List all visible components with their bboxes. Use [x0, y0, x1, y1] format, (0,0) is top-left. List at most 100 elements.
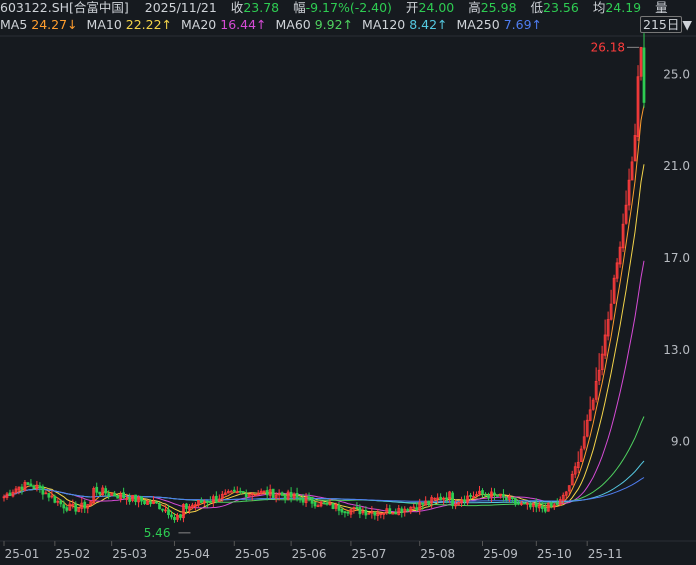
y-tick-label: 17.0	[663, 251, 690, 265]
candle	[514, 498, 517, 504]
candle	[439, 496, 443, 501]
candle	[155, 501, 158, 504]
candle	[179, 514, 182, 518]
x-tick-label: 25-03	[112, 547, 147, 561]
candle	[415, 507, 419, 510]
candle	[517, 502, 520, 505]
candle	[241, 491, 245, 494]
ma-line-10	[3, 164, 645, 514]
candle	[283, 494, 287, 500]
candle	[107, 493, 111, 496]
candle	[83, 501, 87, 509]
x-tick-label: 25-02	[55, 547, 90, 561]
candle	[95, 486, 99, 493]
candles	[2, 33, 646, 523]
candle	[32, 485, 36, 489]
candle	[20, 486, 24, 490]
candle	[445, 497, 448, 500]
x-tick-label: 25-10	[537, 547, 572, 561]
x-tick-label: 25-09	[483, 547, 518, 561]
x-tick-label: 25-01	[5, 547, 40, 561]
candle	[406, 509, 410, 512]
candle	[128, 497, 131, 502]
candle	[38, 485, 42, 489]
candle	[170, 514, 173, 518]
candle	[62, 504, 66, 509]
candle	[53, 495, 57, 503]
candle	[140, 496, 143, 502]
candle	[427, 500, 431, 504]
candle	[122, 492, 125, 499]
x-tick-label: 25-05	[235, 547, 270, 561]
candle	[158, 503, 161, 510]
candle	[29, 483, 33, 487]
x-tick-label: 25-04	[175, 547, 210, 561]
y-tick-label: 25.0	[663, 67, 690, 81]
y-tick-label: 21.0	[663, 159, 690, 173]
candle	[280, 492, 284, 496]
candle	[505, 497, 508, 501]
candle	[310, 496, 314, 504]
candle	[322, 502, 326, 505]
candle	[134, 494, 137, 502]
candle	[200, 500, 203, 503]
candle	[543, 507, 547, 512]
candle	[149, 501, 152, 505]
candle	[540, 506, 544, 509]
candle	[358, 507, 362, 515]
candle	[463, 499, 466, 502]
candle	[549, 502, 553, 507]
candle	[143, 500, 146, 505]
candle	[511, 496, 514, 499]
candle	[496, 494, 499, 497]
candle	[346, 511, 350, 514]
candle	[301, 498, 305, 503]
candle	[493, 492, 496, 495]
candle	[161, 508, 164, 511]
y-tick-label: 9.0	[671, 435, 690, 449]
candle	[232, 489, 236, 492]
candle	[8, 492, 12, 496]
candle	[298, 497, 302, 500]
candle	[271, 488, 275, 498]
candle	[451, 492, 454, 506]
annotations: 26.18 5.46	[144, 40, 640, 540]
candle	[205, 500, 209, 503]
candle	[534, 503, 538, 508]
candle	[555, 503, 559, 506]
candle	[26, 482, 30, 485]
candle	[116, 495, 120, 499]
candle	[47, 493, 51, 498]
candle	[528, 503, 532, 508]
candle	[400, 508, 404, 513]
x-tick-label: 25-07	[351, 547, 386, 561]
moving-average-lines	[3, 104, 645, 518]
ma-line-5	[3, 104, 645, 518]
candle	[74, 503, 78, 512]
min-label: 5.46	[144, 526, 171, 540]
candle	[167, 509, 170, 516]
candle	[185, 503, 188, 509]
x-tick-label: 25-08	[420, 547, 455, 561]
y-tick-label: 13.0	[663, 343, 690, 357]
x-tick-label: 25-06	[292, 547, 327, 561]
candle	[340, 508, 344, 513]
candle	[421, 502, 425, 505]
candle	[265, 490, 269, 496]
candle	[502, 494, 505, 498]
candle	[388, 508, 392, 515]
candle	[98, 491, 102, 495]
candle	[343, 511, 347, 514]
x-tick-label: 25-11	[588, 547, 623, 561]
candle	[313, 501, 317, 507]
candle	[41, 486, 45, 495]
candlestick-chart[interactable]: 26.18 5.46 25.0 21.0 17.0 13.0 9.0 25-01 25-02…	[0, 0, 696, 565]
candle	[104, 488, 108, 494]
candle	[481, 490, 484, 495]
candle	[364, 509, 368, 516]
candle	[289, 492, 293, 498]
candle	[325, 502, 329, 505]
candle	[229, 490, 233, 493]
candle	[487, 494, 490, 499]
candle	[214, 495, 218, 502]
